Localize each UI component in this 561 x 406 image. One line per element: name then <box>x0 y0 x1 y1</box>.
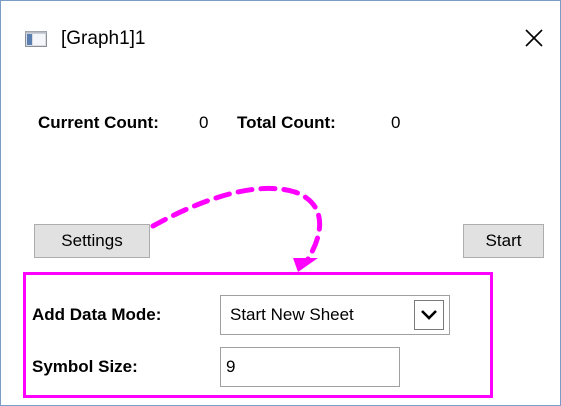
symbol-size-label: Symbol Size: <box>32 357 138 376</box>
add-data-mode-select[interactable]: Start New Sheet <box>220 295 450 335</box>
close-icon <box>525 29 543 47</box>
window-title: [Graph1]1 <box>61 28 146 49</box>
current-count-value: 0 <box>199 113 209 132</box>
close-button[interactable] <box>519 23 549 53</box>
total-count-label: Total Count: <box>237 113 336 132</box>
total-count-value: 0 <box>391 113 401 132</box>
dialog-window: [Graph1]1 Current Count: 0 Total Count: … <box>0 0 561 406</box>
title-bar: [Graph1]1 <box>1 1 560 59</box>
dropdown-button[interactable] <box>414 300 444 330</box>
window-app-icon <box>25 31 47 47</box>
symbol-size-input[interactable] <box>220 347 400 387</box>
chevron-down-icon <box>421 310 437 320</box>
add-data-mode-label: Add Data Mode: <box>32 305 162 324</box>
start-button[interactable]: Start <box>463 224 544 258</box>
current-count-label: Current Count: <box>38 113 159 132</box>
settings-button[interactable]: Settings <box>34 224 150 258</box>
add-data-mode-value: Start New Sheet <box>230 305 354 324</box>
